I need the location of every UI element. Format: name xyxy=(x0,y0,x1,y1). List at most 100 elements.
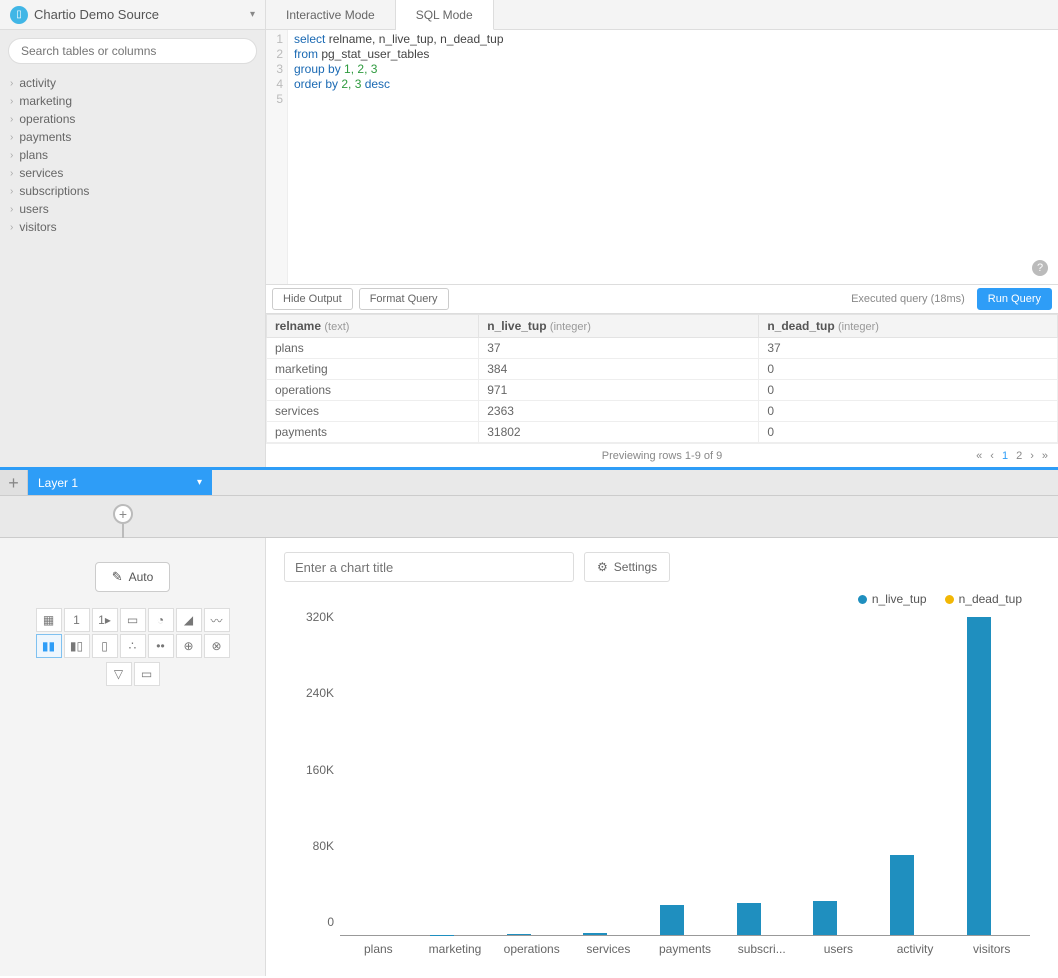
chart: 080K160K240K320K plansmarketingoperation… xyxy=(284,612,1040,966)
column-header[interactable]: n_dead_tup (integer) xyxy=(759,315,1058,338)
tree-item-services[interactable]: ›services xyxy=(6,164,259,182)
schema-sidebar: ▯ Chartio Demo Source ▾ ›activity›market… xyxy=(0,0,266,467)
add-layer-button[interactable]: + xyxy=(0,470,28,495)
bar[interactable] xyxy=(737,903,761,935)
bar[interactable] xyxy=(890,855,914,935)
results-table: relname (text)n_live_tup (integer)n_dead… xyxy=(266,314,1058,443)
bar[interactable] xyxy=(660,905,684,935)
execution-status: Executed query (18ms) xyxy=(851,293,965,305)
x-label: activity xyxy=(877,936,954,966)
bullet-icon[interactable]: ▭ xyxy=(120,608,146,632)
pie-icon[interactable]: ◔ xyxy=(148,608,174,632)
filter-icon[interactable]: ▽ xyxy=(106,662,132,686)
bar-group xyxy=(877,612,954,935)
table-row: plans3737 xyxy=(267,338,1058,359)
chevron-right-icon: › xyxy=(10,204,13,215)
tree-item-marketing[interactable]: ›marketing xyxy=(6,92,259,110)
settings-button[interactable]: ⚙ Settings xyxy=(584,552,670,582)
table-row: services23630 xyxy=(267,401,1058,422)
sql-editor[interactable]: 12345 select relname, n_live_tup, n_dead… xyxy=(266,30,1058,284)
tree-item-payments[interactable]: ›payments xyxy=(6,128,259,146)
format-query-button[interactable]: Format Query xyxy=(359,288,449,310)
pipeline-area: + xyxy=(0,496,1058,538)
y-tick: 0 xyxy=(327,915,334,929)
line-gutter: 12345 xyxy=(266,30,288,284)
bar-group xyxy=(647,612,724,935)
sql-code[interactable]: select relname, n_live_tup, n_dead_tup f… xyxy=(288,30,1058,284)
tree-item-operations[interactable]: ›operations xyxy=(6,110,259,128)
chevron-right-icon: › xyxy=(10,114,13,125)
preview-text: Previewing rows 1-9 of 9 xyxy=(602,450,722,462)
bar[interactable] xyxy=(583,933,607,935)
chevron-right-icon: › xyxy=(10,150,13,161)
pager-first[interactable]: « xyxy=(976,450,982,462)
chart-title-input[interactable] xyxy=(284,552,574,582)
gear-icon: ⚙ xyxy=(597,560,608,574)
layer-name: Layer 1 xyxy=(38,476,78,490)
bar[interactable] xyxy=(813,901,837,935)
pager-prev[interactable]: ‹ xyxy=(990,450,994,462)
column-header[interactable]: relname (text) xyxy=(267,315,479,338)
sparkline-icon[interactable]: 〰 xyxy=(204,608,230,632)
pager-next[interactable]: › xyxy=(1030,450,1034,462)
column-header[interactable]: n_live_tup (integer) xyxy=(479,315,759,338)
y-tick: 240K xyxy=(306,686,334,700)
scatter-icon[interactable]: ∴ xyxy=(120,634,146,658)
globe-icon[interactable]: ⊕ xyxy=(176,634,202,658)
bar-group xyxy=(570,612,647,935)
bar-group xyxy=(493,612,570,935)
bar-group xyxy=(800,612,877,935)
bar-group xyxy=(953,612,1030,935)
auto-button[interactable]: ✎ Auto xyxy=(95,562,171,592)
bar[interactable] xyxy=(507,934,531,935)
run-query-button[interactable]: Run Query xyxy=(977,288,1052,310)
tree-item-users[interactable]: ›users xyxy=(6,200,259,218)
pipeline-connector xyxy=(122,524,124,538)
x-label: services xyxy=(570,936,647,966)
bubble-icon[interactable]: •• xyxy=(148,634,174,658)
search-input[interactable] xyxy=(8,38,257,64)
pager-last[interactable]: » xyxy=(1042,450,1048,462)
table-row: operations9710 xyxy=(267,380,1058,401)
x-label: plans xyxy=(340,936,417,966)
stacked-icon[interactable]: ▯ xyxy=(92,634,118,658)
tree-item-visitors[interactable]: ›visitors xyxy=(6,218,259,236)
pager-page-1[interactable]: 1 xyxy=(1002,450,1008,462)
tree-item-subscriptions[interactable]: ›subscriptions xyxy=(6,182,259,200)
tab-interactive-mode[interactable]: Interactive Mode xyxy=(266,0,396,29)
tree-item-activity[interactable]: ›activity xyxy=(6,74,259,92)
number-icon[interactable]: 1 xyxy=(64,608,90,632)
hide-output-button[interactable]: Hide Output xyxy=(272,288,353,310)
bar-group xyxy=(723,612,800,935)
bar[interactable] xyxy=(967,617,991,935)
table-icon[interactable]: ▦ xyxy=(36,608,62,632)
grouped-bar-icon[interactable]: ▮▯ xyxy=(64,634,90,658)
source-icon: ▯ xyxy=(10,6,28,24)
add-step-button[interactable]: + xyxy=(113,504,133,524)
tree-item-plans[interactable]: ›plans xyxy=(6,146,259,164)
map-icon[interactable]: ⊗ xyxy=(204,634,230,658)
card-icon[interactable]: ▭ xyxy=(134,662,160,686)
y-tick: 320K xyxy=(306,610,334,624)
x-label: marketing xyxy=(417,936,494,966)
chevron-right-icon: › xyxy=(10,132,13,143)
viz-sidebar: ✎ Auto ▦11▸▭◔◢〰▮▮▮▯▯∴••⊕⊗ ▽ ▭ xyxy=(0,538,266,976)
x-label: subscri... xyxy=(723,936,800,966)
chevron-right-icon: › xyxy=(10,168,13,179)
legend-item[interactable]: n_live_tup xyxy=(858,592,927,606)
help-icon[interactable]: ? xyxy=(1032,260,1048,276)
layer-tab[interactable]: Layer 1 ▾ xyxy=(28,470,212,495)
legend-item[interactable]: n_dead_tup xyxy=(945,592,1022,606)
bar-group xyxy=(417,612,494,935)
single-value-icon[interactable]: 1▸ xyxy=(92,608,118,632)
pager-page-2[interactable]: 2 xyxy=(1016,450,1022,462)
wand-icon: ✎ xyxy=(112,569,123,585)
chevron-right-icon: › xyxy=(10,78,13,89)
area-icon[interactable]: ◢ xyxy=(176,608,202,632)
bar-group xyxy=(340,612,417,935)
caret-down-icon: ▾ xyxy=(250,9,255,20)
bar-icon[interactable]: ▮▮ xyxy=(36,634,62,658)
table-row: payments318020 xyxy=(267,422,1058,443)
tab-sql-mode[interactable]: SQL Mode xyxy=(396,0,494,30)
source-selector[interactable]: ▯ Chartio Demo Source ▾ xyxy=(0,0,265,30)
